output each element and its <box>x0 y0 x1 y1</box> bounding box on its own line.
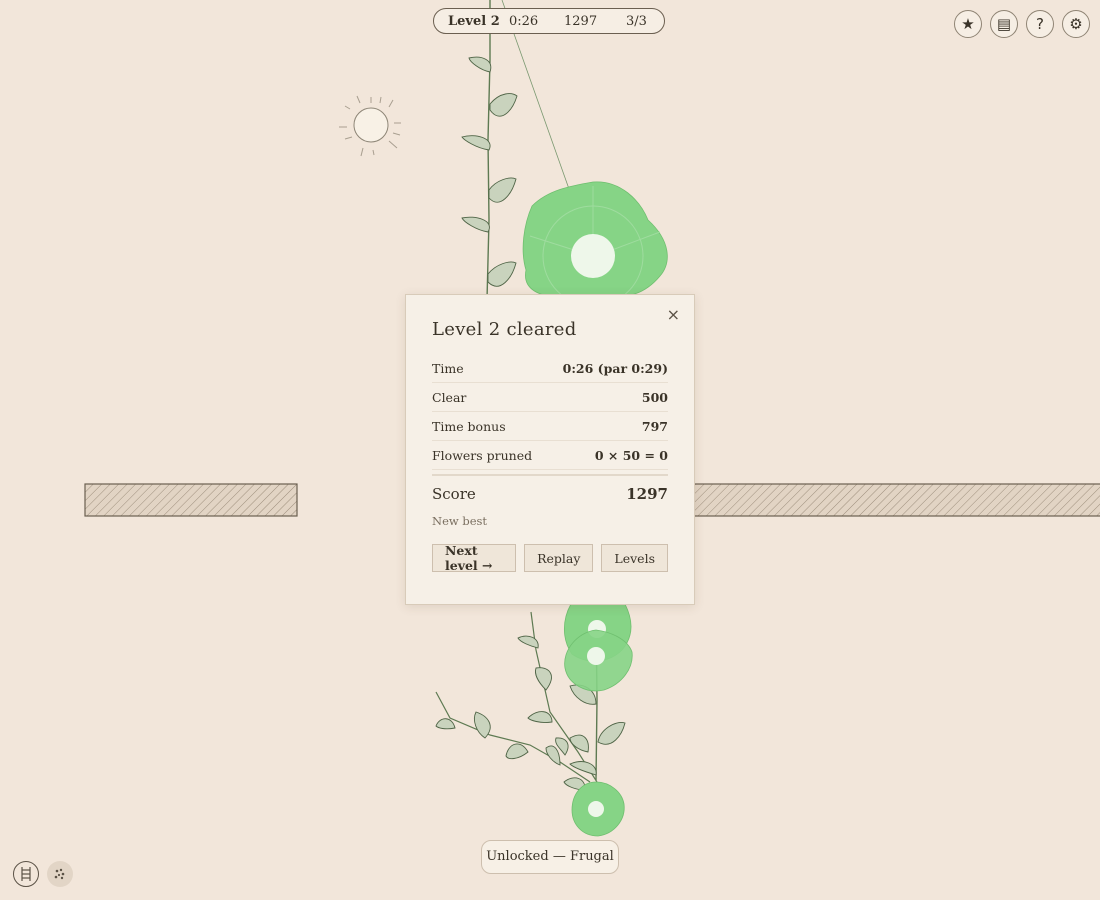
seeds-icon[interactable] <box>47 861 73 887</box>
stat-row-time: Time 0:26 (par 0:29) <box>432 354 668 383</box>
stat-row-clear: Clear 500 <box>432 383 668 412</box>
settings-icon[interactable]: ⚙ <box>1062 10 1090 38</box>
stat-value: 797 <box>641 418 668 434</box>
top-toolbar: ★ ▤ ? ⚙ <box>954 10 1090 38</box>
journal-icon[interactable]: ▤ <box>990 10 1018 38</box>
hud-bar: Level 2 0:26 1297 3/3 <box>433 8 665 34</box>
score-row: Score 1297 <box>432 476 668 512</box>
help-icon[interactable]: ? <box>1026 10 1054 38</box>
new-best-note: New best <box>432 514 488 528</box>
stat-value: 500 <box>641 389 668 405</box>
levels-button[interactable]: Levels <box>601 544 668 572</box>
score-label: Score <box>432 485 476 503</box>
flower-large <box>522 181 668 307</box>
stat-label: Clear <box>432 389 467 405</box>
close-icon[interactable]: × <box>667 305 680 324</box>
ladder-icon[interactable] <box>13 861 39 887</box>
bottom-toolbar <box>13 861 73 887</box>
dialog-actions: Next level → Replay Levels <box>432 543 668 573</box>
wall-left <box>84 483 298 517</box>
replay-button[interactable]: Replay <box>524 544 594 572</box>
hud-progress: 3/3 <box>626 14 647 29</box>
flower-small-3 <box>571 781 625 837</box>
star-icon[interactable]: ★ <box>954 10 982 38</box>
unlock-toast: Unlocked — Frugal <box>481 840 619 874</box>
stat-row-time-bonus: Time bonus 797 <box>432 412 668 441</box>
hud-time: 0:26 <box>509 14 539 29</box>
level-cleared-dialog: × Level 2 cleared Time 0:26 (par 0:29) C… <box>405 294 695 605</box>
stat-label: Flowers pruned <box>432 447 533 463</box>
stat-value: 0:26 (par 0:29) <box>562 360 668 376</box>
stat-row-flowers-pruned: Flowers pruned 0 × 50 = 0 <box>432 441 668 470</box>
stat-label: Time bonus <box>432 418 506 434</box>
hud-score: 1297 <box>564 14 598 29</box>
hud-level: Level 2 <box>448 14 500 29</box>
stat-label: Time <box>432 360 464 376</box>
score-value: 1297 <box>626 485 668 503</box>
next-level-button[interactable]: Next level → <box>432 543 517 573</box>
dialog-title: Level 2 cleared <box>432 319 577 340</box>
stat-value: 0 × 50 = 0 <box>594 447 668 463</box>
sun-icon <box>339 95 401 157</box>
wall-right <box>689 483 1100 517</box>
